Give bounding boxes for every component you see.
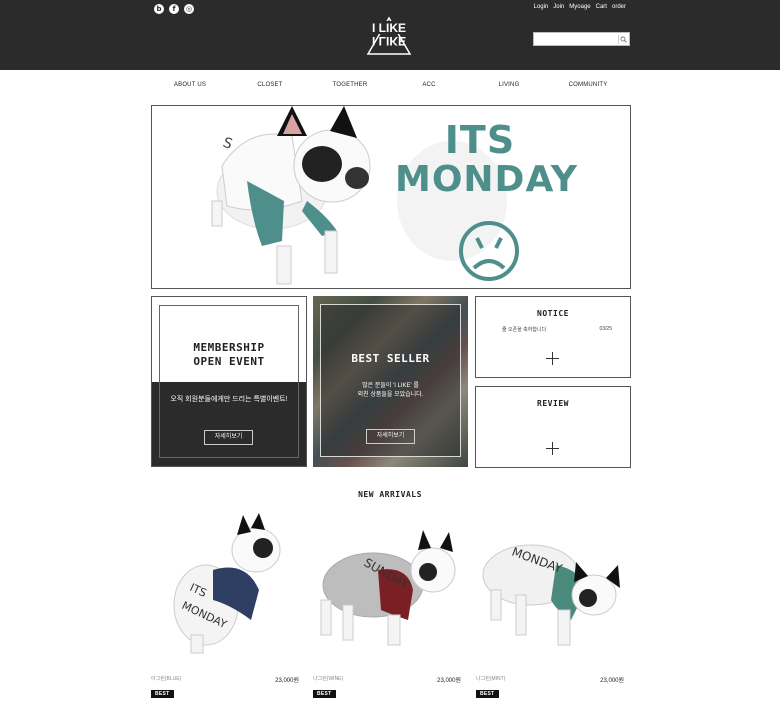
instagram-icon[interactable]: ◎ [184,4,194,14]
search-icon[interactable] [618,35,627,44]
notice-item-text: 줄 오픈을 축하합니다 [502,327,547,333]
logo-text-top: I LIKE [372,21,406,35]
best-seller-desc-line2: 외친 상품들을 모았습니다. [357,392,424,398]
notice-title: NOTICE [537,309,569,318]
notice-item-date: 03/25 [599,326,612,332]
membership-title-line1: MEMBERSHIP [193,341,265,354]
membership-event-card: MEMBERSHIP OPEN EVENT 오직 회원분들에게만 드리는 특별이… [151,296,307,467]
review-more-plus-icon[interactable] [546,442,559,455]
notice-item[interactable]: 줄 오픈을 축하합니다 03/25 [502,326,612,333]
join-link[interactable]: Join [553,4,564,10]
hero-line-1: ITS [444,118,516,162]
account-links: Login Join Myoage Cart order [534,4,626,10]
brand-logo[interactable]: I LIKE I LIKE [365,15,413,57]
new-arrivals-title: NEW ARRIVALS [358,490,422,499]
notice-more-plus-icon[interactable] [546,352,559,365]
nav-community[interactable]: COMMUNITY [569,82,608,88]
best-seller-desc-line1: 많은 분들이 'I LIKE' 를 [362,383,419,389]
product-image[interactable]: MONDAY [476,510,624,660]
best-badge: BEST [476,690,499,698]
best-seller-desc: 많은 분들이 'I LIKE' 를 외친 상품들을 모았습니다. [313,382,468,400]
nav-living[interactable]: LIVING [499,82,520,88]
blog-icon[interactable]: b [154,4,164,14]
membership-title-line2: OPEN EVENT [193,355,265,368]
product-image[interactable]: SUNDAY [313,510,461,660]
cart-link[interactable]: Cart [596,4,607,10]
svg-text:S: S [221,135,235,153]
search-input[interactable] [534,38,616,51]
order-link[interactable]: order [612,4,626,10]
product-card[interactable]: SUNDAY 나그린(WINE) 23,000원 BEST [313,510,461,706]
site-header: b f ◎ Login Join Myoage Cart order I LIK… [0,0,780,70]
nav-closet[interactable]: CLOSET [257,82,282,88]
login-link[interactable]: Login [534,4,549,10]
product-name[interactable]: 나그린(MINT) [476,675,505,682]
product-image[interactable]: ITS MONDAY [151,510,299,660]
product-card[interactable]: MONDAY 나그린(MINT) 23,000원 BEST [476,510,624,706]
best-seller-title: BEST SELLER [351,352,430,365]
nav-acc[interactable]: ACC [422,82,435,88]
notice-panel: NOTICE 줄 오픈을 축하합니다 03/25 [475,296,631,378]
hero-line-2: MONDAY [395,159,578,200]
main-nav: ABOUT US CLOSET TOGETHER ACC LIVING COMM… [0,82,780,92]
facebook-icon[interactable]: f [169,4,179,14]
logo-text-bottom: I LIKE [372,34,406,48]
membership-title: MEMBERSHIP OPEN EVENT [152,341,306,369]
nav-together[interactable]: TOGETHER [333,82,368,88]
product-price: 23,000원 [437,678,461,684]
membership-desc: 오직 회원분들에게만 드리는 특별이벤트! [170,396,288,403]
membership-more-button[interactable]: 자세히보기 [204,430,253,445]
best-badge: BEST [151,690,174,698]
product-price: 23,000원 [275,678,299,684]
review-title: REVIEW [537,399,569,408]
search-box [533,32,630,51]
mypage-link[interactable]: Myoage [569,4,590,10]
product-card[interactable]: ITS MONDAY 아그린(BLUE) 23,000원 BEST [151,510,299,706]
product-price: 23,000원 [600,678,624,684]
best-badge: BEST [313,690,336,698]
social-links: b f ◎ [154,4,194,14]
nav-about-us[interactable]: ABOUT US [174,82,206,88]
best-seller-card: BEST SELLER 많은 분들이 'I LIKE' 를 외친 상품들을 모았… [313,296,468,467]
best-seller-more-button[interactable]: 자세히보기 [366,429,415,444]
hero-headline: ITS MONDAY [395,118,578,200]
product-name[interactable]: 나그린(WINE) [313,675,343,682]
review-panel: REVIEW [475,386,631,468]
product-name[interactable]: 아그린(BLUE) [151,675,181,682]
